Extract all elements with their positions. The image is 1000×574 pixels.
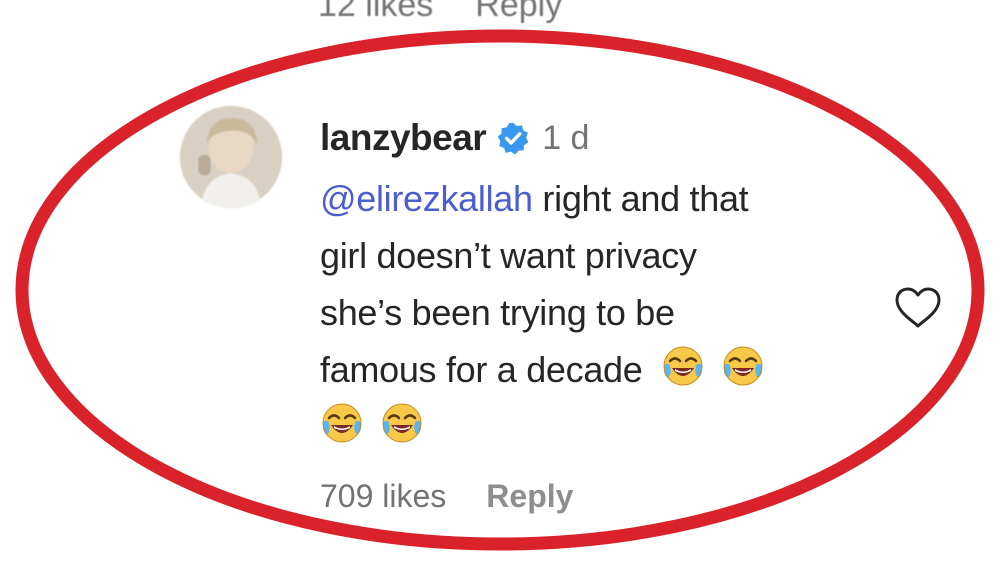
comment-header: lanzybear 1 d <box>320 112 880 164</box>
comment-line-4: famous for a decade <box>320 341 880 398</box>
face-with-tears-of-joy-icon <box>320 401 364 445</box>
comment-likes-count[interactable]: 709 likes <box>320 478 446 514</box>
mention-link[interactable]: @elirezkallah <box>320 178 533 219</box>
previous-comment-reply-button[interactable]: Reply <box>475 0 562 24</box>
avatar[interactable] <box>180 106 282 208</box>
comment-footer: 709 likes Reply <box>320 478 573 515</box>
face-with-tears-of-joy-icon <box>380 401 424 445</box>
previous-comment-meta: 12 likes Reply <box>318 0 562 25</box>
face-with-tears-of-joy-icon <box>721 344 765 388</box>
comment-line-3: she’s been trying to be <box>320 292 675 333</box>
comment-line-5 <box>320 398 880 455</box>
comment-line-1: @elirezkallah right and that <box>320 170 880 227</box>
reply-button[interactable]: Reply <box>486 478 573 514</box>
face-with-tears-of-joy-icon <box>661 344 705 388</box>
comment: lanzybear 1 d @elirezkallah right and th… <box>320 112 880 455</box>
comment-timestamp: 1 d <box>542 118 590 157</box>
avatar-photo <box>180 106 282 208</box>
username[interactable]: lanzybear <box>320 117 487 159</box>
comment-text-segment: right and that <box>532 178 749 219</box>
heart-icon[interactable] <box>893 286 943 330</box>
comment-line-2: girl doesn’t want privacy <box>320 235 697 276</box>
previous-comment-likes[interactable]: 12 likes <box>318 0 433 24</box>
comment-text-segment: famous for a decade <box>320 349 643 390</box>
verified-badge-icon <box>496 121 530 155</box>
comment-text: @elirezkallah right and that girl doesn’… <box>320 170 880 455</box>
